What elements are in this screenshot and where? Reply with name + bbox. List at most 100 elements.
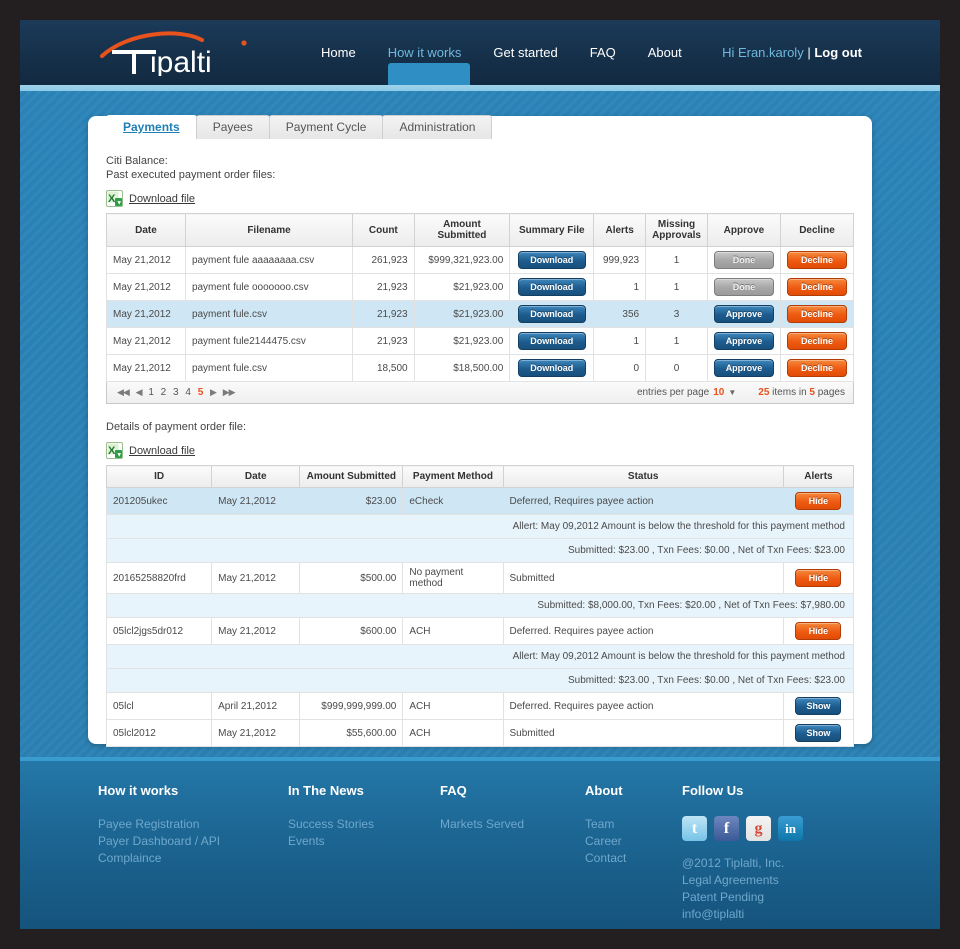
download-button[interactable]: Download <box>518 332 586 350</box>
cell-payment-method: eCheck <box>403 488 503 515</box>
th-count[interactable]: Count <box>353 214 415 247</box>
table-row[interactable]: 05lclApril 21,2012$999,999,999.00ACHDefe… <box>107 693 854 720</box>
th-summary-file[interactable]: Summary File <box>510 214 594 247</box>
pager-page-1[interactable]: 1 <box>148 387 154 398</box>
cell-status: Deferred. Requires payee action <box>503 618 783 645</box>
download-button[interactable]: Download <box>518 359 586 377</box>
done-button[interactable]: Done <box>714 251 774 269</box>
footer-link-success-stories[interactable]: Success Stories <box>288 816 440 833</box>
th-status[interactable]: Status <box>503 466 783 488</box>
pager-page-3[interactable]: 3 <box>173 387 179 398</box>
footer-link-markets-served[interactable]: Markets Served <box>440 816 585 833</box>
approve-button[interactable]: Approve <box>714 359 774 377</box>
nav-item-get-started[interactable]: Get started <box>477 20 573 85</box>
hide-button[interactable]: Hide <box>795 622 841 640</box>
th-alerts[interactable]: Alerts <box>594 214 646 247</box>
table-row[interactable]: 05lcl2jgs5dr012May 21,2012$600.00ACHDefe… <box>107 618 854 645</box>
footer-heading-faq: FAQ <box>440 783 585 798</box>
nav-item-about[interactable]: About <box>632 20 698 85</box>
pager-last-button[interactable]: ▶▶ <box>223 387 235 397</box>
tab-administration[interactable]: Administration <box>382 115 492 139</box>
twitter-icon[interactable]: t <box>682 816 707 841</box>
download-file-link-1[interactable]: Download file <box>129 193 195 205</box>
table-row[interactable]: May 21,2012payment fule.csv21,923$21,923… <box>107 301 854 328</box>
facebook-icon[interactable]: f <box>714 816 739 841</box>
done-button[interactable]: Done <box>714 278 774 296</box>
table-row[interactable]: 20165258820frdMay 21,2012$500.00No payme… <box>107 563 854 594</box>
hide-button[interactable]: Hide <box>795 492 841 510</box>
pager-page-4[interactable]: 4 <box>185 387 191 398</box>
page-footer: How it works Payee Registration Payer Da… <box>20 757 940 929</box>
table-row[interactable]: 201205ukecMay 21,2012$23.00eCheckDeferre… <box>107 488 854 515</box>
tab-payment-cycle[interactable]: Payment Cycle <box>269 115 384 139</box>
cell-id: 20165258820frd <box>107 563 212 594</box>
google-plus-icon[interactable]: g <box>746 816 771 841</box>
footer-link-payer-dashboard-api[interactable]: Payer Dashboard / API <box>98 833 288 850</box>
th-approve[interactable]: Approve <box>707 214 780 247</box>
th-amount-submitted[interactable]: Amount Submitted <box>300 466 403 488</box>
nav-item-home[interactable]: Home <box>305 20 372 85</box>
th-missing-approvals[interactable]: Missing Approvals <box>646 214 708 247</box>
linkedin-icon[interactable]: in <box>778 816 803 841</box>
footer-link-payee-registration[interactable]: Payee Registration <box>98 816 288 833</box>
cell-status: Submitted <box>503 563 783 594</box>
download-button[interactable]: Download <box>518 278 586 296</box>
table-row[interactable]: May 21,2012payment fule ooooooo.csv21,92… <box>107 274 854 301</box>
logout-link[interactable]: Log out <box>814 45 862 60</box>
th-filename[interactable]: Filename <box>185 214 352 247</box>
download-button[interactable]: Download <box>518 305 586 323</box>
pager-page-5-current[interactable]: 5 <box>198 387 204 398</box>
footer-link-patent-pending[interactable]: Patent Pending <box>682 889 803 906</box>
decline-button[interactable]: Decline <box>787 332 847 350</box>
show-button[interactable]: Show <box>795 724 841 742</box>
cell-summary-file: Download <box>510 355 594 382</box>
footer-link-events[interactable]: Events <box>288 833 440 850</box>
entries-per-page-select[interactable]: entries per page10▼ <box>637 387 736 398</box>
th-date[interactable]: Date <box>212 466 300 488</box>
user-separator: | <box>807 45 810 60</box>
hide-button[interactable]: Hide <box>795 569 841 587</box>
pager-prev-button[interactable]: ◀ <box>136 387 142 397</box>
th-amount-submitted[interactable]: Amount Submitted <box>414 214 510 247</box>
footer-link-complaince[interactable]: Complaince <box>98 850 288 867</box>
cell-approve: Approve <box>707 328 780 355</box>
cell-missing-approvals: 1 <box>646 274 708 301</box>
approve-button[interactable]: Approve <box>714 305 774 323</box>
pager-page-2[interactable]: 2 <box>161 387 167 398</box>
decline-button[interactable]: Decline <box>787 305 847 323</box>
items-summary: 25 items in 5 pages <box>758 387 845 398</box>
decline-button[interactable]: Decline <box>787 278 847 296</box>
table-row[interactable]: May 21,2012payment fule.csv18,500$18,500… <box>107 355 854 382</box>
footer-link-career[interactable]: Career <box>585 833 682 850</box>
tipalti-logo[interactable]: ipalti <box>98 30 268 76</box>
th-payment-method[interactable]: Payment Method <box>403 466 503 488</box>
table-row[interactable]: 05lcl2012May 21,2012$55,600.00ACHSubmitt… <box>107 720 854 747</box>
th-alerts[interactable]: Alerts <box>783 466 853 488</box>
download-file-link-2[interactable]: Download file <box>129 445 195 457</box>
footer-link-email[interactable]: info@tiplalti <box>682 906 803 923</box>
show-button[interactable]: Show <box>795 697 841 715</box>
tab-payees[interactable]: Payees <box>196 115 270 139</box>
cell-date: May 21,2012 <box>212 488 300 515</box>
nav-item-faq[interactable]: FAQ <box>574 20 632 85</box>
download-file-row-2[interactable]: X ▼ Download file <box>106 442 854 459</box>
th-id[interactable]: ID <box>107 466 212 488</box>
th-date[interactable]: Date <box>107 214 186 247</box>
cell-amount: $18,500.00 <box>414 355 510 382</box>
cell-count: 261,923 <box>353 247 415 274</box>
footer-link-contact[interactable]: Contact <box>585 850 682 867</box>
table-row[interactable]: May 21,2012payment fule2144475.csv21,923… <box>107 328 854 355</box>
download-file-row-1[interactable]: X ▼ Download file <box>106 190 854 207</box>
th-decline[interactable]: Decline <box>780 214 853 247</box>
table-row[interactable]: May 21,2012payment fule aaaaaaaa.csv261,… <box>107 247 854 274</box>
download-button[interactable]: Download <box>518 251 586 269</box>
pager-next-button[interactable]: ▶ <box>210 387 216 397</box>
decline-button[interactable]: Decline <box>787 251 847 269</box>
pager-first-button[interactable]: ◀◀ <box>117 387 129 397</box>
approve-button[interactable]: Approve <box>714 332 774 350</box>
decline-button[interactable]: Decline <box>787 359 847 377</box>
tab-payments[interactable]: Payments <box>106 115 197 139</box>
footer-link-team[interactable]: Team <box>585 816 682 833</box>
footer-heading-in-the-news: In The News <box>288 783 440 798</box>
footer-link-legal-agreements[interactable]: Legal Agreements <box>682 872 803 889</box>
